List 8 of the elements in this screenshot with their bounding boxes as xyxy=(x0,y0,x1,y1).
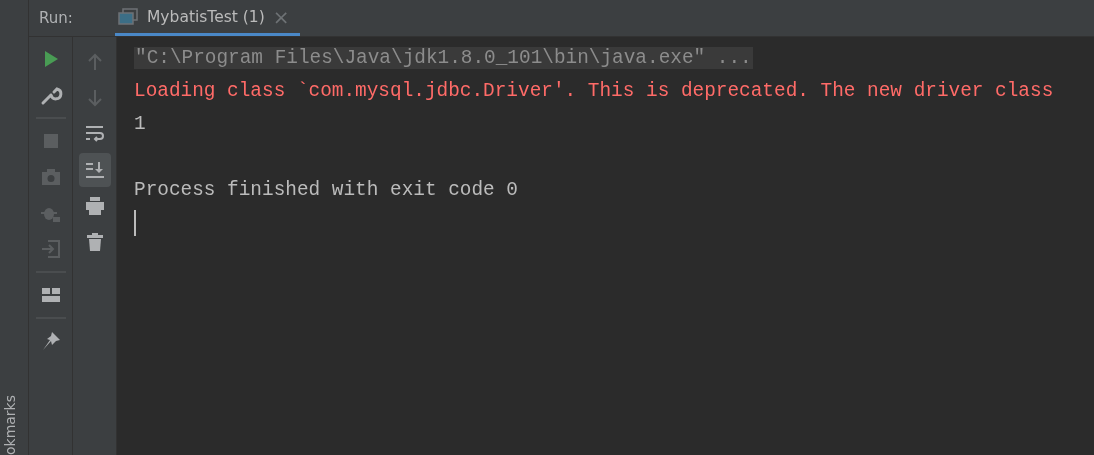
run-tab[interactable]: MybatisTest (1) × xyxy=(115,0,300,36)
run-label: Run: xyxy=(39,9,74,27)
bookmarks-tab[interactable]: okmarks xyxy=(2,394,18,455)
tab-title: MybatisTest (1) xyxy=(147,7,265,26)
window-icon xyxy=(117,7,139,26)
console-output: Process finished with exit code 0 xyxy=(134,178,518,201)
error-message: Loading class `com.mysql.jdbc.Driver'. This is deprecated. The new driver class xyxy=(134,79,1054,102)
console-output: 1 xyxy=(134,112,146,135)
